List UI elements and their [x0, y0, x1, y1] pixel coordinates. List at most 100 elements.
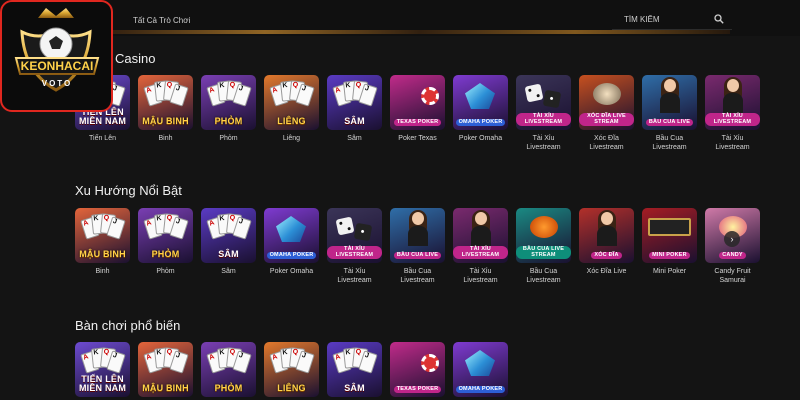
game-tile[interactable]: TÀI XỈU LIVESTREAM Tài Xỉu Livestream [453, 208, 508, 286]
game-label[interactable]: Liêng [264, 134, 319, 143]
banner-glow [110, 30, 730, 34]
game-tile[interactable]: BẦU CUA LIVE Bầu Cua Livestream [390, 208, 445, 286]
game-label[interactable]: Tài Xỉu Livestream [327, 267, 382, 286]
game-thumbnail[interactable]: MINI POKER [642, 208, 697, 263]
game-thumbnail[interactable]: XÓC ĐĨA LIVE STREAM [579, 75, 634, 130]
game-tile[interactable]: BẦU CUA LIVE STREAM Bầu Cua Livestream [516, 208, 571, 286]
search-input[interactable] [624, 15, 714, 24]
game-tile[interactable]: A K Q J LIÊNG Liêng [264, 75, 319, 153]
game-thumbnail[interactable]: A K Q J SÂM [327, 75, 382, 130]
game-thumbnail[interactable]: A K Q J LIÊNG [264, 75, 319, 130]
game-thumbnail[interactable]: BẦU CUA LIVE [390, 208, 445, 263]
playing-cards-icon: AKQJ [80, 347, 126, 376]
game-thumbnail[interactable]: A K Q J MẬU BINH [138, 75, 193, 130]
game-row-casino: AKQJTIẾN LÊN MIỀN NAMTiến LênAKQJMẬU BIN… [75, 75, 760, 153]
game-label[interactable]: Sâm [327, 134, 382, 143]
search-icon[interactable] [714, 14, 724, 24]
game-thumbnail[interactable]: A K Q J PHỎM [201, 75, 256, 130]
game-label[interactable]: Bầu Cua Livestream [642, 134, 697, 153]
game-tile[interactable]: TEXAS POKER Poker Texas [390, 75, 445, 153]
game-tile[interactable]: TÀI XỈU LIVESTREAM Tài Xỉu Livestream [705, 75, 760, 153]
game-brand-title: SÂM [344, 383, 365, 393]
game-thumbnail[interactable]: OMAHA POKER [453, 75, 508, 130]
game-label[interactable]: Sâm [201, 267, 256, 276]
game-label[interactable]: Binh [75, 267, 130, 276]
game-label[interactable]: Phỏm [138, 267, 193, 276]
game-tile[interactable]: BẦU CUA LIVE Bầu Cua Livestream [642, 75, 697, 153]
game-brand-title: MẬU BINH [142, 116, 189, 126]
game-brand-title: LIÊNG [277, 116, 306, 126]
game-label[interactable]: Bầu Cua Livestream [516, 267, 571, 286]
game-brand-title: PHỎM [214, 116, 243, 126]
game-tile[interactable]: A K Q J MẬU BINH Binh [138, 75, 193, 153]
search-box[interactable] [612, 10, 732, 30]
game-label[interactable]: Xóc Đĩa Live [579, 267, 634, 276]
game-brand-title: SÂM [218, 249, 239, 259]
game-row-popular-tables: A K Q J TIẾN LÊN MIỀN NAM A K Q J MẬU BINH A K Q J PHỎ… [75, 342, 508, 400]
game-tile[interactable]: TÀI XỈU LIVESTREAM Tài Xỉu Livestream [516, 75, 571, 153]
game-brand-title: MẬU BINH [142, 383, 189, 393]
game-thumbnail[interactable]: XÓC ĐĨA [579, 208, 634, 263]
game-tile[interactable]: OMAHA POKER Poker Omaha [453, 75, 508, 153]
game-label[interactable]: Poker Omaha [264, 267, 319, 276]
game-thumbnail[interactable]: TÀI XỈU LIVESTREAM [516, 75, 571, 130]
game-label[interactable]: Mini Poker [642, 267, 697, 276]
game-label[interactable]: Poker Omaha [453, 134, 508, 143]
game-label[interactable]: Binh [138, 134, 193, 143]
game-thumbnail[interactable]: A K Q J LIÊNG [264, 342, 319, 397]
game-thumbnail[interactable]: TÀI XỈU LIVESTREAM [705, 75, 760, 130]
game-tile[interactable]: A K Q J PHỎM [201, 342, 256, 400]
game-brand-title: TÀI XỈU LIVESTREAM [453, 246, 508, 259]
playing-cards-icon: AKQJ [206, 213, 252, 242]
game-thumbnail[interactable]: AKQJTIẾN LÊN MIỀN NAM [75, 342, 130, 397]
game-thumbnail[interactable]: BẦU CUA LIVE STREAM [516, 208, 571, 263]
game-tile[interactable]: A K Q J SÂM Sâm [201, 208, 256, 286]
game-tile[interactable]: OMAHA POKER Poker Omaha [264, 208, 319, 286]
game-thumbnail[interactable]: A K Q J SÂM [201, 208, 256, 263]
site-logo[interactable]: KEONHACAI VOTO [0, 0, 113, 112]
game-thumbnail[interactable]: A K Q J MẬU BINH [138, 342, 193, 397]
game-tile[interactable]: A K Q J LIÊNG [264, 342, 319, 400]
game-tile[interactable]: MINI POKER Mini Poker [642, 208, 697, 286]
game-tile[interactable]: A K Q J SÂM [327, 342, 382, 400]
game-tile[interactable]: OMAHA POKER [453, 342, 508, 400]
chevron-right-icon[interactable]: › [724, 231, 740, 247]
game-tile[interactable]: A K Q J MẬU BINH [138, 342, 193, 400]
game-brand-title: OMAHA POKER [455, 118, 506, 126]
game-label[interactable]: Tài Xỉu Livestream [453, 267, 508, 286]
game-tile[interactable]: TÀI XỈU LIVESTREAM Tài Xỉu Livestream [327, 208, 382, 286]
game-tile[interactable]: XÓC ĐĨA LIVE STREAM Xóc Đĩa Livestream [579, 75, 634, 153]
game-label[interactable]: Xóc Đĩa Livestream [579, 134, 634, 153]
game-label[interactable]: Tiến Lên [75, 134, 130, 143]
playing-cards-icon: AKQJ [143, 213, 189, 242]
game-tile[interactable]: A K Q J PHỎM Phỏm [201, 75, 256, 153]
playing-cards-icon: AKQJ [206, 80, 252, 109]
game-thumbnail[interactable]: OMAHA POKER [264, 208, 319, 263]
game-tile[interactable]: A K Q J PHỎM Phỏm [138, 208, 193, 286]
game-thumbnail[interactable]: TÀI XỈU LIVESTREAM [327, 208, 382, 263]
game-label[interactable]: Candy Fruit Samurai [705, 267, 760, 286]
game-tile[interactable]: XÓC ĐĨA Xóc Đĩa Live [579, 208, 634, 286]
playing-cards-icon: AKQJ [143, 80, 189, 109]
game-label[interactable]: Tài Xỉu Livestream [516, 134, 571, 153]
game-tile[interactable]: A K Q J SÂM Sâm [327, 75, 382, 153]
game-thumbnail[interactable]: A K Q J PHỎM [138, 208, 193, 263]
game-thumbnail[interactable]: OMAHA POKER [453, 342, 508, 397]
game-tile[interactable]: TEXAS POKER [390, 342, 445, 400]
game-label[interactable]: Tài Xỉu Livestream [705, 134, 760, 153]
game-label[interactable]: Poker Texas [390, 134, 445, 143]
game-thumbnail[interactable]: A K Q J PHỎM [201, 342, 256, 397]
game-thumbnail[interactable]: A K Q J SÂM [327, 342, 382, 397]
game-brand-title: TEXAS POKER [393, 385, 442, 393]
game-thumbnail[interactable]: TEXAS POKER [390, 75, 445, 130]
nav-all-games-link[interactable]: Tất Cả Trò Chơi [133, 16, 190, 25]
game-thumbnail[interactable]: BẦU CUA LIVE [642, 75, 697, 130]
game-brand-title: BẦU CUA LIVE [393, 251, 442, 259]
game-thumbnail[interactable]: TEXAS POKER [390, 342, 445, 397]
game-thumbnail[interactable]: A K Q J MẬU BINH [75, 208, 130, 263]
game-tile[interactable]: A K Q J MẬU BINH Binh [75, 208, 130, 286]
game-label[interactable]: Bầu Cua Livestream [390, 267, 445, 286]
game-label[interactable]: Phỏm [201, 134, 256, 143]
game-tile[interactable]: A K Q J TIẾN LÊN MIỀN NAM [75, 342, 130, 400]
game-thumbnail[interactable]: TÀI XỈU LIVESTREAM [453, 208, 508, 263]
